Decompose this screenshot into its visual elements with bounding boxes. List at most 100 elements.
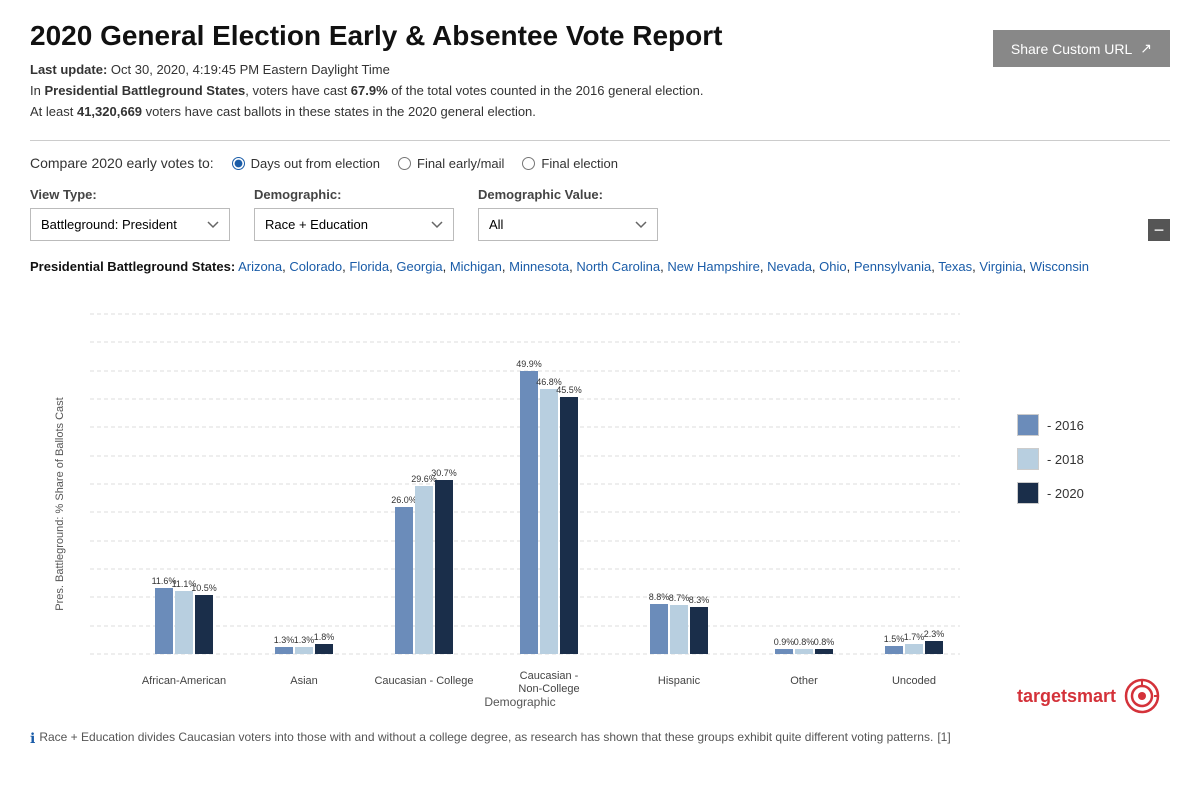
svg-text:Non-College: Non-College — [518, 683, 579, 695]
bar-hisp-2016 — [650, 604, 668, 654]
radio-days-label[interactable]: Days out from election — [251, 156, 380, 171]
dem-value-select[interactable]: All — [478, 208, 658, 241]
svg-text:1.7%: 1.7% — [904, 632, 925, 642]
bar-aa-2020 — [195, 595, 213, 654]
svg-text:Other: Other — [790, 675, 818, 687]
bar-unc-2016 — [885, 646, 903, 654]
battleground-states-heading: Presidential Battleground States: — [30, 259, 235, 274]
radio-final-input[interactable] — [522, 157, 535, 170]
share-arrow-icon: ↗ — [1140, 40, 1152, 57]
vote-pct: 67.9% — [351, 83, 388, 98]
voter-count: 41,320,669 — [77, 104, 142, 119]
radio-early-label[interactable]: Final early/mail — [417, 156, 504, 171]
collapse-button[interactable]: − — [1148, 219, 1170, 241]
targetsmart-text: targetsmart — [1017, 686, 1116, 707]
bar-asian-2018 — [295, 647, 313, 654]
bar-cc-2018 — [415, 486, 433, 654]
state-arizona[interactable]: Arizona — [238, 259, 282, 274]
bar-unc-2020 — [925, 641, 943, 654]
battleground-states-label: Presidential Battleground States — [44, 83, 245, 98]
view-type-select[interactable]: Battleground: President All States Indiv… — [30, 208, 230, 241]
footnote-text: Race + Education divides Caucasian voter… — [39, 730, 933, 744]
radio-early-input[interactable] — [398, 157, 411, 170]
radio-final[interactable]: Final election — [522, 156, 618, 171]
svg-text:8.7%: 8.7% — [669, 593, 690, 603]
radio-final-label[interactable]: Final election — [541, 156, 618, 171]
bar-cnc-2016 — [520, 371, 538, 654]
bar-hisp-2020 — [690, 607, 708, 654]
svg-text:1.5%: 1.5% — [884, 634, 905, 644]
y-axis-label: Pres. Battleground: % Share of Ballots C… — [54, 354, 66, 654]
state-michigan[interactable]: Michigan — [450, 259, 502, 274]
svg-text:1.3%: 1.3% — [294, 635, 315, 645]
update-time: Oct 30, 2020, 4:19:45 PM Eastern Dayligh… — [111, 62, 390, 77]
share-custom-url-button[interactable]: Share Custom URL ↗ — [993, 30, 1170, 67]
dem-value-label: Demographic Value: — [478, 187, 658, 202]
svg-text:8.3%: 8.3% — [689, 595, 710, 605]
bar-other-2018 — [795, 649, 813, 654]
bar-aa-2018 — [175, 591, 193, 654]
line3-post: voters have cast ballots in these states… — [142, 104, 536, 119]
state-florida[interactable]: Florida — [349, 259, 389, 274]
legend-color-2016 — [1017, 414, 1039, 436]
bar-asian-2016 — [275, 647, 293, 654]
state-georgia[interactable]: Georgia — [396, 259, 442, 274]
footnote: ℹ Race + Education divides Caucasian vot… — [30, 730, 1170, 747]
legend-2018: - 2018 — [1017, 448, 1170, 470]
radio-early[interactable]: Final early/mail — [398, 156, 504, 171]
state-nevada[interactable]: Nevada — [767, 259, 812, 274]
svg-text:8.8%: 8.8% — [649, 592, 670, 602]
state-nh[interactable]: New Hampshire — [667, 259, 759, 274]
bar-cc-2016 — [395, 507, 413, 654]
svg-text:Uncoded: Uncoded — [892, 675, 936, 687]
demographic-select[interactable]: Race + Education Party Gender Age — [254, 208, 454, 241]
svg-text:30.7%: 30.7% — [431, 468, 457, 478]
state-wisconsin[interactable]: Wisconsin — [1030, 259, 1089, 274]
svg-text:Hispanic: Hispanic — [658, 675, 701, 687]
svg-text:45.5%: 45.5% — [556, 385, 582, 395]
svg-text:49.9%: 49.9% — [516, 359, 542, 369]
line2-post: of the total votes counted in the 2016 g… — [388, 83, 704, 98]
divider — [30, 140, 1170, 141]
state-ohio[interactable]: Ohio — [819, 259, 846, 274]
bar-other-2016 — [775, 649, 793, 654]
svg-text:1.8%: 1.8% — [314, 632, 335, 642]
legend-color-2020 — [1017, 482, 1039, 504]
view-type-label: View Type: — [30, 187, 230, 202]
svg-text:Asian: Asian — [290, 675, 318, 687]
radio-days-input[interactable] — [232, 157, 245, 170]
bar-aa-2016 — [155, 588, 173, 654]
legend-color-2018 — [1017, 448, 1039, 470]
bar-asian-2020 — [315, 644, 333, 654]
state-virginia[interactable]: Virginia — [979, 259, 1022, 274]
legend-label-2016: - 2016 — [1047, 418, 1084, 433]
state-texas[interactable]: Texas — [938, 259, 972, 274]
state-minnesota[interactable]: Minnesota — [509, 259, 569, 274]
targetsmart-icon — [1124, 678, 1160, 714]
state-pa[interactable]: Pennsylvania — [854, 259, 931, 274]
state-nc[interactable]: North Carolina — [576, 259, 660, 274]
line2-pre: In — [30, 83, 44, 98]
bar-other-2020 — [815, 649, 833, 654]
share-button-label: Share Custom URL — [1011, 41, 1132, 57]
legend-label-2018: - 2018 — [1047, 452, 1084, 467]
radio-days[interactable]: Days out from election — [232, 156, 380, 171]
bar-hisp-2018 — [670, 605, 688, 654]
bar-unc-2018 — [905, 644, 923, 654]
demographic-label: Demographic: — [254, 187, 454, 202]
line3-pre: At least — [30, 104, 77, 119]
svg-text:0.8%: 0.8% — [814, 637, 835, 647]
svg-text:1.3%: 1.3% — [274, 635, 295, 645]
line2-mid: , voters have cast — [245, 83, 351, 98]
footnote-ref: [1] — [937, 730, 950, 744]
svg-text:26.0%: 26.0% — [391, 495, 417, 505]
last-update-label: Last update: — [30, 62, 107, 77]
legend-2016: - 2016 — [1017, 414, 1170, 436]
svg-text:10.5%: 10.5% — [191, 583, 217, 593]
svg-text:0.8%: 0.8% — [794, 637, 815, 647]
svg-text:Caucasian - College: Caucasian - College — [374, 675, 473, 687]
state-colorado[interactable]: Colorado — [289, 259, 342, 274]
bar-cnc-2020 — [560, 397, 578, 654]
svg-text:2.3%: 2.3% — [924, 629, 945, 639]
targetsmart-logo: targetsmart — [1017, 678, 1170, 714]
